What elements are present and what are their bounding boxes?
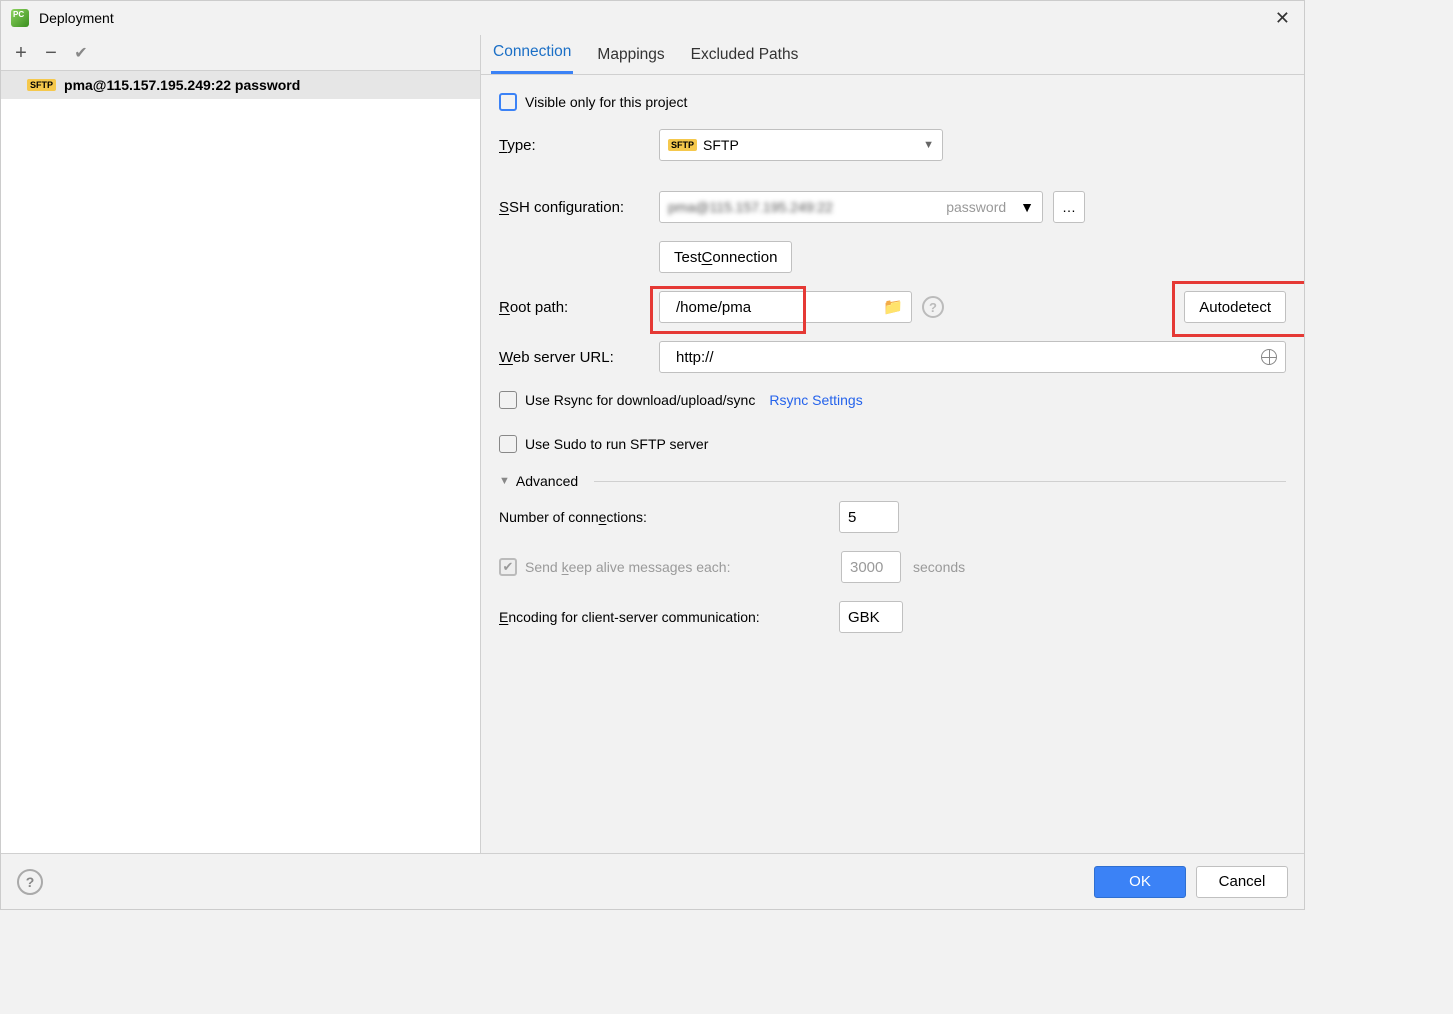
type-label: Type: (499, 137, 659, 154)
sudo-label: Use Sudo to run SFTP server (525, 436, 708, 452)
help-icon[interactable]: ? (922, 296, 944, 318)
keepalive-label: Send keep alive messages each: (525, 559, 841, 575)
expand-advanced-icon[interactable]: ▼ (499, 475, 510, 487)
rsync-label: Use Rsync for download/upload/sync (525, 392, 755, 408)
ssh-config-select[interactable]: pma@115.157.195.249:22 password ▼ (659, 191, 1043, 223)
autodetect-button[interactable]: Autodetect (1184, 291, 1286, 323)
sftp-badge-icon: SFTP (27, 79, 56, 91)
apply-button[interactable] (69, 41, 93, 65)
add-server-button[interactable] (9, 41, 33, 65)
visible-only-label: Visible only for this project (525, 94, 687, 110)
connections-label: Number of connections: (499, 509, 839, 525)
test-connection-button[interactable]: Test Connection (659, 241, 792, 273)
window-title: Deployment (39, 10, 114, 26)
app-icon (11, 9, 29, 27)
root-path-input[interactable] (668, 293, 883, 321)
ssh-config-browse-button[interactable]: … (1053, 191, 1085, 223)
keepalive-input (841, 551, 901, 583)
tab-connection[interactable]: Connection (491, 33, 573, 74)
ssh-host-blurred: pma@115.157.195.249:22 (668, 199, 946, 215)
sftp-type-icon: SFTP (668, 139, 697, 151)
encoding-label: Encoding for client-server communication… (499, 609, 839, 625)
ssh-auth-hint: password (946, 199, 1006, 215)
web-url-input[interactable] (668, 343, 1261, 371)
ok-button[interactable]: OK (1094, 866, 1186, 898)
chevron-down-icon: ▼ (923, 139, 934, 151)
tab-mappings[interactable]: Mappings (595, 36, 666, 74)
rsync-settings-link[interactable]: Rsync Settings (769, 392, 862, 408)
tab-excluded[interactable]: Excluded Paths (689, 36, 801, 74)
encoding-input[interactable] (839, 601, 903, 633)
remove-server-button[interactable] (39, 41, 63, 65)
root-path-label: Root path: (499, 299, 659, 316)
server-name: pma@115.157.195.249:22 password (64, 77, 300, 93)
visible-only-checkbox[interactable] (499, 93, 517, 111)
sudo-checkbox[interactable] (499, 435, 517, 453)
connections-input[interactable] (839, 501, 899, 533)
rsync-checkbox[interactable] (499, 391, 517, 409)
ssh-config-label: SSH configuration: (499, 199, 659, 216)
chevron-down-icon: ▼ (1020, 199, 1034, 215)
footer-help-button[interactable]: ? (17, 869, 43, 895)
cancel-button[interactable]: Cancel (1196, 866, 1288, 898)
web-url-label: Web server URL: (499, 349, 659, 366)
advanced-header: Advanced (516, 473, 578, 489)
close-icon[interactable]: ✕ (1271, 8, 1294, 29)
type-select[interactable]: SFTP SFTP ▼ (659, 129, 943, 161)
server-list-item[interactable]: SFTP pma@115.157.195.249:22 password (1, 71, 480, 99)
keepalive-unit: seconds (913, 559, 965, 575)
type-value: SFTP (703, 137, 739, 153)
folder-icon[interactable]: 📁 (883, 297, 903, 317)
globe-icon[interactable] (1261, 349, 1277, 365)
keepalive-checkbox: ✔ (499, 558, 517, 576)
